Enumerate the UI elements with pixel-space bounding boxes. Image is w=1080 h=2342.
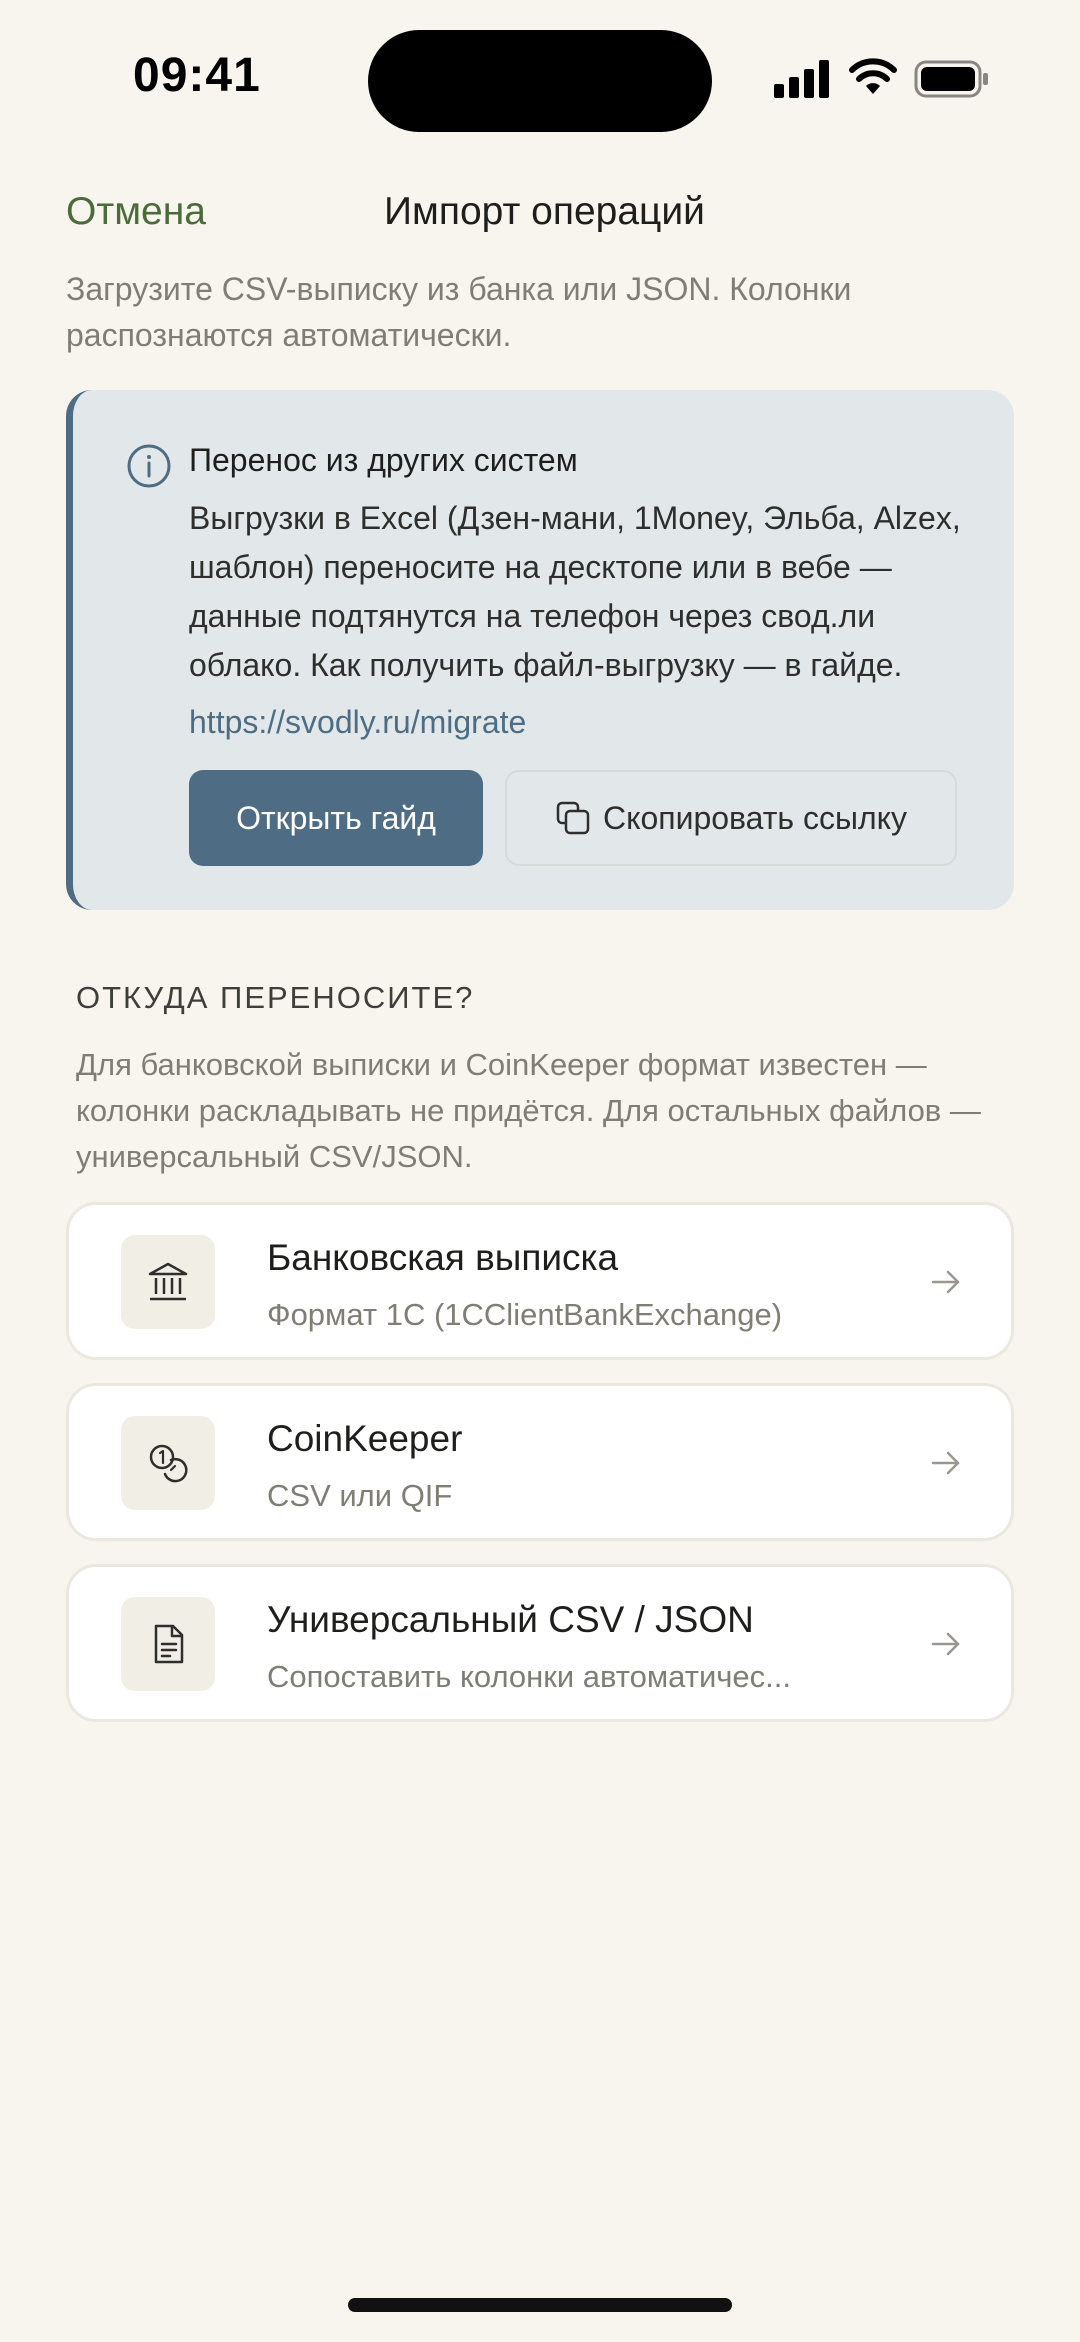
copy-icon	[556, 801, 590, 835]
info-card-title: Перенос из других систем	[189, 442, 578, 478]
option-subtitle: CSV или QIF	[267, 1478, 453, 1513]
section-heading: ОТКУДА ПЕРЕНОСИТЕ?	[76, 980, 475, 1015]
status-bar: 09:41	[0, 0, 1080, 160]
arrow-right-icon	[931, 1451, 960, 1475]
document-icon	[154, 1624, 184, 1664]
option-icon-box	[121, 1235, 215, 1329]
battery-icon	[914, 60, 988, 98]
info-icon	[127, 444, 171, 488]
copy-link-button[interactable]: Скопировать ссылку	[505, 770, 957, 866]
cancel-button[interactable]: Отмена	[66, 190, 206, 234]
home-indicator[interactable]	[348, 2298, 732, 2312]
option-title: Универсальный CSV / JSON	[267, 1599, 754, 1640]
option-subtitle: Формат 1С (1CClientBankExchange)	[267, 1297, 783, 1332]
page-subtitle: Загрузите CSV-выписку из банка или JSON.…	[66, 271, 852, 353]
wifi-icon	[849, 58, 897, 94]
option-icon-box	[121, 1597, 215, 1691]
bank-icon	[148, 1262, 188, 1301]
arrow-right-icon	[931, 1270, 960, 1294]
option-subtitle: Сопоставить колонки автоматичес...	[267, 1659, 791, 1694]
option-title: Банковская выписка	[267, 1237, 619, 1278]
page-title: Импорт операций	[384, 190, 705, 233]
option-icon-box	[121, 1416, 215, 1510]
migrate-guide-link[interactable]: https://svodly.ru/migrate	[189, 704, 526, 741]
option-coinkeeper[interactable]: CoinKeeper CSV или QIF	[66, 1383, 1014, 1541]
section-description: Для банковской выписки и CoinKeeper форм…	[76, 1047, 981, 1174]
arrow-right-icon	[931, 1632, 960, 1656]
option-universal-csv-json[interactable]: Универсальный CSV / JSON Сопоставить кол…	[66, 1564, 1014, 1722]
signal-icon	[774, 60, 829, 98]
migration-info-card: Перенос из других систем Выгрузки в Exce…	[66, 390, 1014, 910]
status-time: 09:41	[133, 49, 261, 102]
info-card-body: Выгрузки в Excel (Дзен-мани, 1Money, Эль…	[189, 500, 961, 683]
option-title: CoinKeeper	[267, 1418, 463, 1459]
open-guide-button[interactable]: Открыть гайд	[189, 770, 483, 866]
copy-link-label: Скопировать ссылку	[602, 799, 908, 836]
option-bank-statement[interactable]: Банковская выписка Формат 1С (1CClientBa…	[66, 1202, 1014, 1360]
dynamic-island	[368, 30, 712, 132]
coins-icon	[149, 1444, 188, 1483]
